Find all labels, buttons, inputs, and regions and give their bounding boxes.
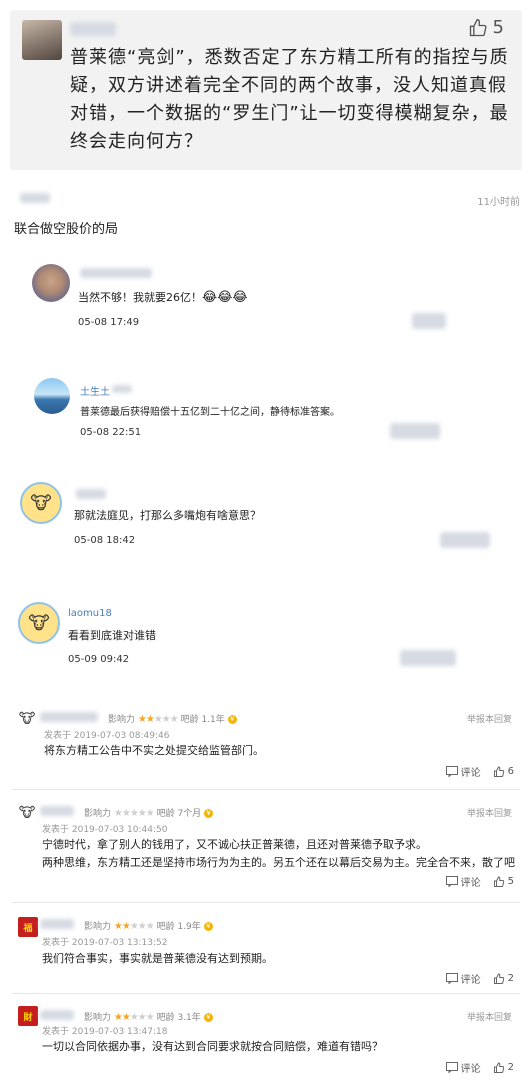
blurred-region: [440, 532, 490, 548]
coin-icon: ¥: [203, 1013, 213, 1022]
post-author-avatar[interactable]: [22, 20, 62, 60]
laughing-emoji-icon: 😂😂😂: [202, 290, 248, 305]
influence-stars: ★★★★★: [113, 1012, 155, 1023]
cow-avatar-icon[interactable]: 🐮: [18, 602, 60, 644]
review-text: 将东方精工公告中不实之处提交给监管部门。: [44, 744, 264, 757]
commenter-avatar[interactable]: [34, 378, 70, 414]
comment-time: 05-08 18:42: [74, 535, 136, 546]
comment-text: 当然不够！我就要26亿！😂😂😂: [78, 290, 248, 305]
review-meta: 影响力 ★★★★★ 吧龄 1.9年 ¥: [84, 919, 213, 932]
review-meta: 影响力 ★★★★★ 吧龄 1.1年 ¥: [108, 712, 237, 725]
thumbs-up-icon: [493, 875, 504, 887]
thumbs-up-icon: [493, 1061, 504, 1073]
influence-stars: ★★★★★: [113, 921, 155, 932]
reply-time: 11小时前: [477, 197, 520, 208]
cow-avatar-icon[interactable]: 🐮: [18, 804, 36, 822]
commenter-name[interactable]: laomu18: [68, 608, 112, 619]
influence-stars: ★★★★★: [113, 808, 155, 819]
comment-button[interactable]: 评论: [445, 874, 481, 889]
divider: [12, 902, 520, 903]
thumbs-up-icon: [493, 972, 504, 984]
influence-stars: ★★★★★: [137, 714, 179, 725]
post-text: 普莱德“亮剑”，悉数否定了东方精工所有的指控与质疑，双方讲述着完全不同的两个故事…: [70, 47, 509, 152]
divider: [12, 789, 520, 790]
review-actions: 评论 2: [445, 1060, 514, 1075]
post-card: 5 普莱德“亮剑”，悉数否定了东方精工所有的指控与质疑，双方讲述着完全不同的两个…: [10, 10, 522, 170]
review-actions: 评论 2: [445, 971, 514, 986]
comment-time: 05-08 22:51: [80, 427, 142, 438]
cow-avatar-icon[interactable]: 🐮: [20, 482, 62, 524]
blurred-region: [390, 423, 440, 439]
report-link[interactable]: 举报本回复: [467, 806, 512, 819]
review-text: 两种思维，东方精工还是坚持市场行为为主的。另五个还在以幕后交易为主。完全合不来，…: [42, 856, 515, 869]
review-actions: 评论 5: [445, 874, 514, 889]
comment-button[interactable]: 评论: [445, 971, 481, 986]
commenter-avatar[interactable]: [32, 264, 70, 302]
like-button[interactable]: 5: [493, 875, 514, 888]
comment-icon: [445, 766, 458, 777]
comment-button[interactable]: 评论: [445, 1060, 481, 1075]
coin-icon: ¥: [204, 809, 214, 818]
review-text: 宁德时代，拿了别人的钱用了，又不诚心扶正普莱德，且还对普莱德予取予求。: [42, 838, 427, 851]
comment-time: 05-09 09:42: [68, 654, 130, 665]
comment-icon: [445, 973, 458, 984]
report-link[interactable]: 举报本回复: [467, 1010, 512, 1023]
post-like-button[interactable]: 5: [468, 17, 504, 38]
review-meta: 影响力 ★★★★★ 吧龄 7个月 ¥: [84, 806, 214, 819]
coin-icon: ¥: [227, 715, 237, 724]
comment-text: 那就法庭见，打那么多嘴炮有啥意思？: [74, 509, 261, 522]
review-date: 发表于 2019-07-03 13:13:52: [42, 938, 168, 948]
reviewer-name[interactable]: [40, 712, 98, 722]
commenter-name[interactable]: 土生土: [80, 383, 110, 398]
review-date: 发表于 2019-07-03 13:47:18: [42, 1027, 168, 1037]
comment-icon: [445, 1062, 458, 1073]
reviewer-avatar[interactable]: 財: [18, 1006, 38, 1026]
review-meta: 影响力 ★★★★★ 吧龄 3.1年 ¥: [84, 1010, 213, 1023]
like-button[interactable]: 2: [493, 972, 514, 985]
post-author-name[interactable]: [70, 22, 116, 36]
coin-icon: ¥: [203, 922, 213, 931]
cow-avatar-icon[interactable]: 🐮: [18, 710, 36, 728]
reviewer-name[interactable]: [40, 1010, 74, 1020]
review-date: 发表于 2019-07-03 10:44:50: [42, 825, 168, 835]
thumbs-up-icon: [469, 18, 486, 36]
review-actions: 评论 6: [445, 764, 514, 779]
review-text: 一切以合同依据办事，没有达到合同要求就按合同赔偿，难道有错吗？: [42, 1040, 383, 1053]
comment-text: 看看到底谁对谁错: [68, 629, 156, 642]
like-button[interactable]: 6: [493, 765, 514, 778]
commenter-name[interactable]: [80, 268, 152, 278]
post-like-count: 5: [492, 17, 504, 38]
reply-header: 11小时前: [12, 190, 520, 210]
blurred-region: [412, 313, 446, 329]
reviewer-name[interactable]: [40, 919, 74, 929]
blurred-region: [112, 385, 132, 393]
reviewer-name[interactable]: [40, 806, 74, 816]
like-button[interactable]: 2: [493, 1061, 514, 1074]
review-date: 发表于 2019-07-03 08:49:46: [44, 731, 170, 741]
blurred-region: [400, 650, 456, 666]
reply-author-name[interactable]: [20, 193, 50, 203]
comment-time: 05-08 17:49: [78, 317, 140, 328]
reviewer-avatar[interactable]: 福: [18, 917, 38, 937]
report-link[interactable]: 举报本回复: [467, 712, 512, 725]
divider: [12, 993, 520, 994]
thumbs-up-icon: [493, 765, 504, 777]
review-text: 我们符合事实，事实就是普莱德没有达到预期。: [42, 952, 273, 965]
commenter-name[interactable]: [76, 489, 106, 499]
reply-text: 联合做空股价的局: [14, 222, 119, 237]
comment-icon: [445, 876, 458, 887]
comment-button[interactable]: 评论: [445, 764, 481, 779]
comment-text: 普莱德最后获得赔偿十五亿到二十亿之间，静待标准答案。: [80, 407, 340, 418]
